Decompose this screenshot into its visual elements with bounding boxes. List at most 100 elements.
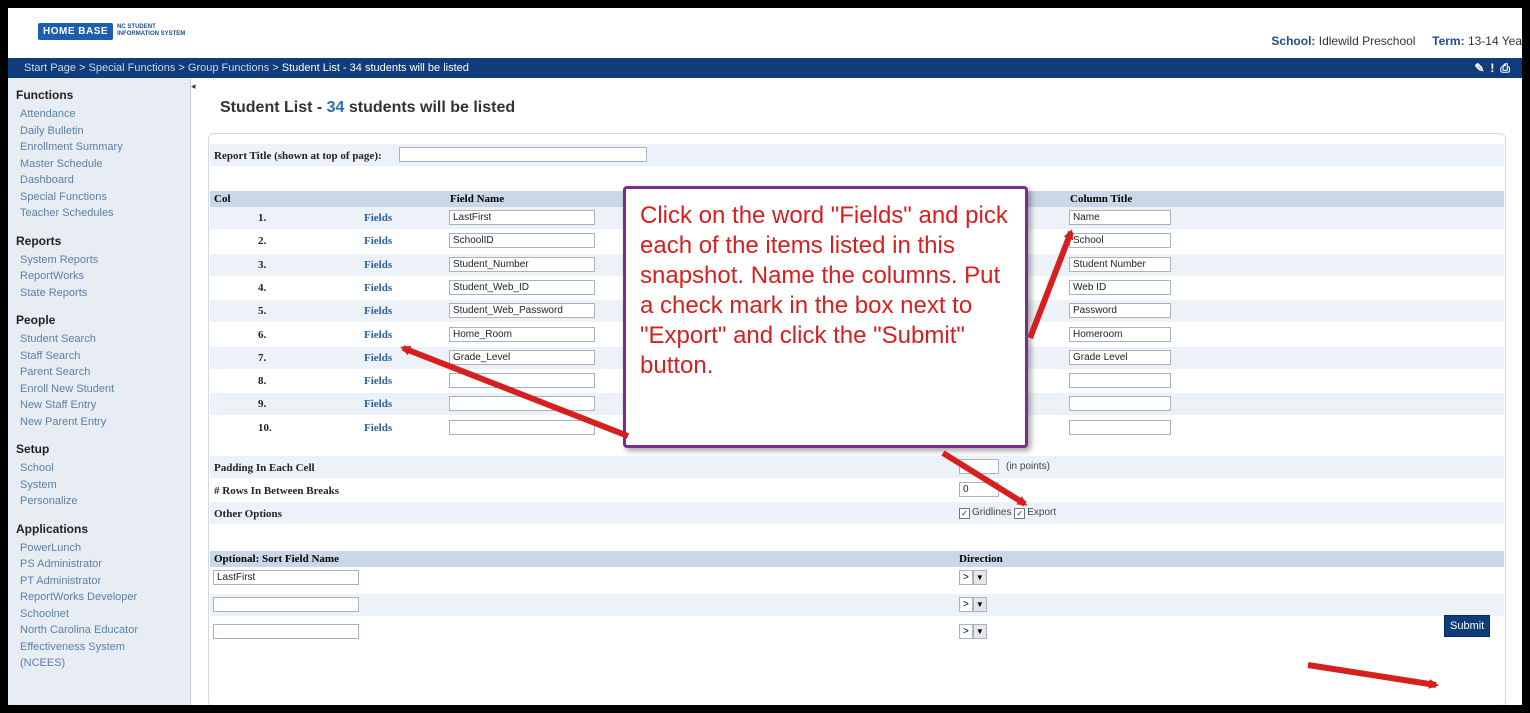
column-title-input[interactable] [1069,373,1171,389]
breadcrumb-link[interactable]: Group Functions [188,62,269,74]
column-title-input[interactable] [1069,349,1171,365]
page-title: Student List - 34 students will be liste… [220,99,516,116]
sidebar-item[interactable]: Master Schedule [20,156,190,173]
sidebar-section-title: People [16,313,56,327]
fields-link[interactable]: Fields [364,352,392,364]
column-title-input[interactable] [1069,419,1171,435]
alert-icon[interactable]: ! [1490,61,1500,75]
field-name-input[interactable] [449,303,595,319]
breadcrumb-link[interactable]: Special Functions [89,62,176,74]
field-name-input[interactable] [449,326,595,342]
column-title-input[interactable] [1069,256,1171,272]
sidebar-item[interactable]: Staff Search [20,348,190,365]
print-icon[interactable]: ⎙ [1500,61,1516,75]
direction-select[interactable]: > ▼ [959,597,987,612]
sidebar-item[interactable]: Special Functions [20,189,190,206]
direction-header: Direction [959,553,1003,565]
sidebar-section: Applications PowerLunch PS Administrator PT… [16,522,190,672]
sidebar-item[interactable]: Personalize [20,493,190,510]
school-term-info: School: Idlewild Preschool Term: 13-14 Y… [1271,34,1522,48]
gridlines-label: Gridlines [972,507,1012,518]
field-name-input[interactable] [449,349,595,365]
sidebar-item[interactable]: System Reports [20,252,190,269]
sort-row: >▼ [210,567,1504,589]
field-name-input[interactable] [449,373,595,389]
field-name-input[interactable] [449,279,595,295]
fields-link[interactable]: Fields [364,375,392,387]
sidebar-item[interactable]: System [20,477,190,494]
rows-between-input[interactable] [959,482,999,497]
sidebar-item[interactable]: ReportWorks Developer [20,589,190,606]
padding-input[interactable] [959,459,999,474]
sidebar-item[interactable]: Effectiveness System [20,639,190,656]
fields-link[interactable]: Fields [364,212,392,224]
column-title-input[interactable] [1069,233,1171,249]
callout-text: Click on the word "Fields" and pick each… [640,202,1008,379]
field-name-input[interactable] [449,233,595,249]
pencil-icon[interactable]: ✎ [1474,61,1490,75]
sidebar-item[interactable]: School [20,460,190,477]
chevron-down-icon[interactable]: ▼ [972,597,987,612]
app-window: HOME BASE NC STUDENT INFORMATION SYSTEM … [8,8,1522,705]
row-number: 1. [258,212,267,224]
sidebar-item[interactable]: Student Search [20,331,190,348]
fields-link[interactable]: Fields [364,235,392,247]
sidebar-item[interactable]: Enrollment Summary [20,139,190,156]
sidebar-item[interactable]: PS Administrator [20,556,190,573]
sidebar-item[interactable]: Teacher Schedules [20,205,190,222]
field-name-input[interactable] [449,256,595,272]
sort-field-input[interactable] [213,597,359,612]
sidebar-item[interactable]: PT Administrator [20,573,190,590]
chevron-down-icon[interactable]: ▼ [972,624,987,639]
column-title-input[interactable] [1069,326,1171,342]
breadcrumb-link[interactable]: Start Page [24,62,76,74]
chevron-down-icon[interactable]: ▼ [972,570,987,585]
column-title-input[interactable] [1069,303,1171,319]
sidebar-item[interactable]: ReportWorks [20,268,190,285]
export-checkbox[interactable]: ✓ [1014,508,1026,519]
sort-field-input[interactable] [213,624,359,639]
home-base-logo[interactable]: HOME BASE NC STUDENT INFORMATION SYSTEM [38,22,197,40]
fields-link[interactable]: Fields [364,329,392,341]
fields-link[interactable]: Fields [364,422,392,434]
school-value: Idlewild Preschool [1318,34,1416,48]
sidebar-item[interactable]: Attendance [20,106,190,123]
student-count: 34 [326,99,345,116]
column-title-input[interactable] [1069,396,1171,412]
fields-link[interactable]: Fields [364,398,392,410]
sort-field-input[interactable] [213,570,359,585]
fields-link[interactable]: Fields [364,282,392,294]
sort-header: Optional: Sort Field Name [214,553,339,565]
sort-row: >▼ [210,621,1504,643]
sidebar-item[interactable]: North Carolina Educator [20,622,190,639]
collapse-sidebar-icon[interactable]: ◂ [191,81,201,105]
padding-label: Padding In Each Cell [214,462,315,474]
gridlines-checkbox[interactable]: ✓ [959,508,970,519]
sidebar-item[interactable]: Enroll New Student [20,381,190,398]
sidebar-item[interactable]: Dashboard [20,172,190,189]
field-name-input[interactable] [449,396,595,412]
direction-select[interactable]: > ▼ [959,624,987,639]
report-title-row: Report Title (shown at top of page): [210,144,1504,166]
sidebar-item[interactable]: New Parent Entry [20,414,190,431]
sidebar-section: Reports System Reports ReportWorks State Re… [16,234,190,302]
direction-select[interactable]: > ▼ [959,570,987,585]
sidebar-item[interactable]: Daily Bulletin [20,123,190,140]
sidebar-item[interactable]: (NCEES) [20,655,190,672]
sidebar-section: People Student Search Staff Search Parent S… [16,313,190,430]
report-title-input[interactable] [399,147,647,162]
fields-link[interactable]: Fields [364,259,392,271]
sidebar-item[interactable]: Parent Search [20,364,190,381]
column-title-input[interactable] [1069,279,1171,295]
sidebar-item[interactable]: State Reports [20,285,190,302]
sidebar-item[interactable]: Schoolnet [20,606,190,623]
row-number: 3. [258,258,267,271]
sidebar-item[interactable]: PowerLunch [20,540,190,557]
field-name-input[interactable] [449,210,595,225]
sidebar-item[interactable]: New Staff Entry [20,397,190,414]
field-name-input[interactable] [449,419,595,435]
padding-unit: (in points) [1006,461,1050,472]
fields-link[interactable]: Fields [364,305,392,317]
submit-button[interactable]: Submit [1444,615,1491,637]
column-title-input[interactable] [1069,210,1171,225]
